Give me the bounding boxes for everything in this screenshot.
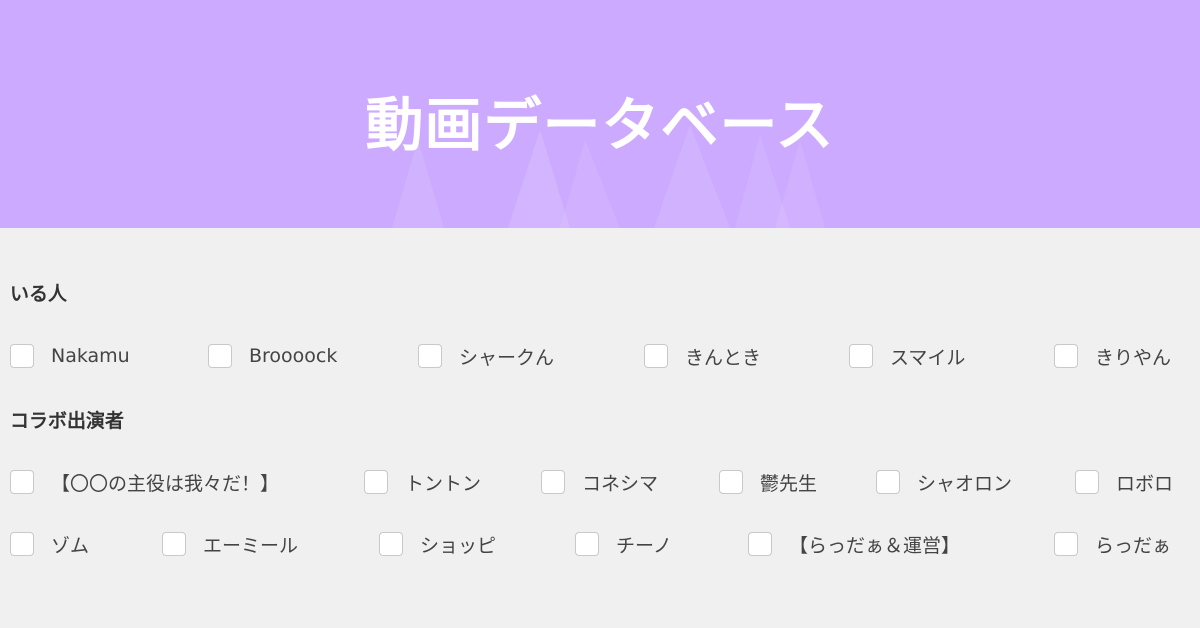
checkbox[interactable] — [1054, 532, 1078, 556]
checkbox[interactable] — [719, 470, 743, 494]
option-emiru[interactable]: エーミール — [162, 529, 298, 559]
option-label: シャオロン — [917, 472, 1013, 495]
option-label: エーミール — [203, 534, 299, 557]
checkbox[interactable] — [644, 344, 668, 368]
option-label: 【らっだぁ＆運営】 — [789, 534, 961, 557]
option-kintoki[interactable]: きんとき — [644, 341, 761, 371]
checkbox[interactable] — [10, 344, 34, 368]
checkbox[interactable] — [364, 470, 388, 494]
option-label: らっだぁ — [1095, 534, 1172, 557]
checkbox[interactable] — [418, 344, 442, 368]
option-label: スマイル — [890, 346, 966, 369]
option-roboro[interactable]: ロボロ — [1075, 467, 1173, 497]
option-label: コネシマ — [582, 472, 659, 495]
option-label: ロボロ — [1116, 472, 1174, 495]
checkbox[interactable] — [10, 470, 34, 494]
option-label: きりやん — [1095, 346, 1172, 369]
option-shoppi[interactable]: ショッピ — [379, 529, 496, 559]
checkbox[interactable] — [10, 532, 34, 556]
checkbox[interactable] — [1054, 344, 1078, 368]
checkbox[interactable] — [379, 532, 403, 556]
checkbox[interactable] — [1075, 470, 1099, 494]
page-header: 動画データベース — [0, 0, 1200, 228]
option-shaoron[interactable]: シャオロン — [876, 467, 1012, 497]
option-chino[interactable]: チーノ — [575, 529, 672, 559]
option-label: シャークん — [459, 346, 555, 369]
option-label: ゾム — [51, 534, 90, 557]
option-label: ショッピ — [420, 534, 497, 557]
option-label: トントン — [405, 472, 482, 495]
section-heading-collab: コラボ出演者 — [10, 410, 125, 432]
checkbox[interactable] — [849, 344, 873, 368]
checkbox[interactable] — [162, 532, 186, 556]
section-heading-members: いる人 — [10, 283, 68, 305]
option-kiriyan[interactable]: きりやん — [1054, 341, 1171, 371]
option-label: チーノ — [616, 534, 672, 557]
option-utsusensei[interactable]: 鬱先生 — [719, 467, 817, 497]
option-zomu[interactable]: ゾム — [10, 529, 89, 559]
option-shakun[interactable]: シャークん — [418, 341, 554, 371]
checkbox[interactable] — [208, 344, 232, 368]
option-label: Broooock — [249, 345, 338, 367]
page-title: 動画データベース — [365, 91, 835, 159]
option-label: 鬱先生 — [760, 472, 818, 495]
option-koneshima[interactable]: コネシマ — [541, 467, 658, 497]
option-broooock[interactable]: Broooock — [208, 341, 337, 371]
option-tonton[interactable]: トントン — [364, 467, 481, 497]
option-label: きんとき — [685, 346, 762, 369]
checkbox[interactable] — [748, 532, 772, 556]
checkbox[interactable] — [575, 532, 599, 556]
option-label: Nakamu — [51, 345, 130, 367]
checkbox[interactable] — [541, 470, 565, 494]
checkbox[interactable] — [876, 470, 900, 494]
option-nakamu[interactable]: Nakamu — [10, 341, 130, 371]
option-wareware[interactable]: 【〇〇の主役は我々だ！】 — [10, 467, 279, 497]
option-raddaa-unei[interactable]: 【らっだぁ＆運営】 — [748, 529, 960, 559]
option-raddaa[interactable]: らっだぁ — [1054, 529, 1171, 559]
option-smile[interactable]: スマイル — [849, 341, 965, 371]
option-label: 【〇〇の主役は我々だ！】 — [51, 472, 280, 495]
